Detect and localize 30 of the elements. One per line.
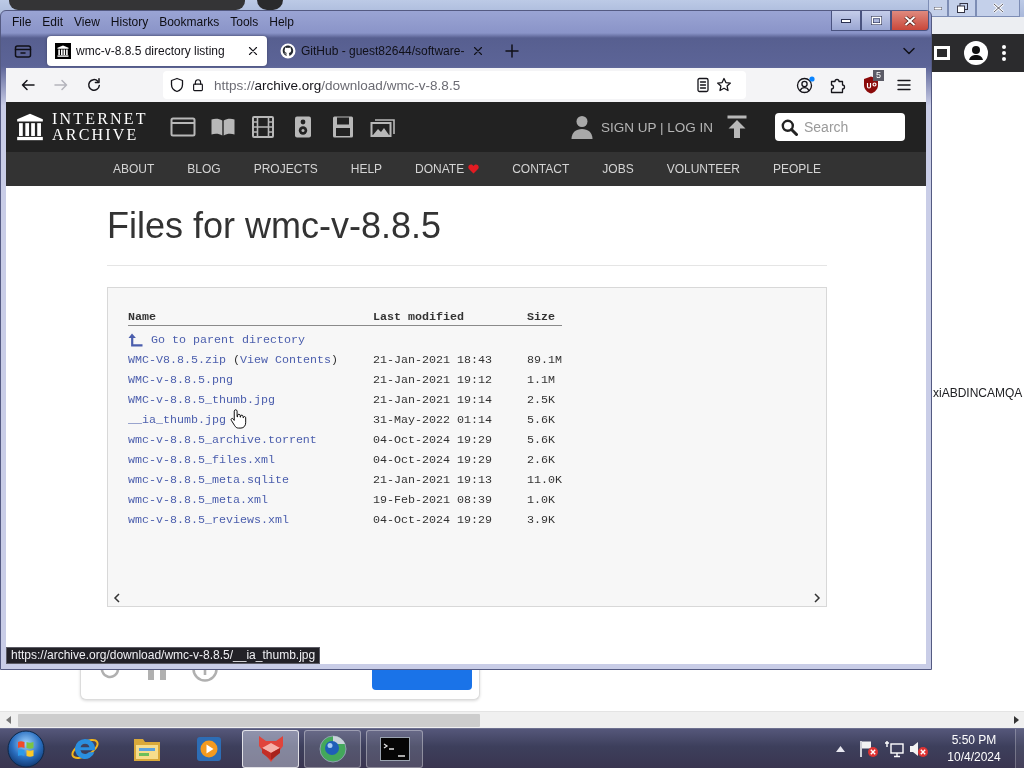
tab-title: wmc-v-8.8.5 directory listing [76,43,226,58]
file-size: 3.9K [527,512,556,529]
column-header: Size [527,309,556,326]
modified-date: 19-Feb-2021 08:39 [373,492,493,509]
modified-date: 31-May-2022 01:14 [373,412,493,429]
modified-date: 04-Oct-2024 19:29 [373,512,493,529]
file-size: 1.0K [527,492,556,509]
url-text: https://archive.org/download/wmc-v-8.8.5 [214,77,461,93]
parenthesis: ) [330,352,338,369]
column-header: Name [128,309,157,326]
link-status-tooltip: https://archive.org/download/wmc-v-8.8.5/__ia_thumb.jpg [6,647,321,664]
page-title: Files for wmc-v-8.8.5 [107,207,442,245]
file-size: 2.5K [527,392,556,409]
column-header: Last modified [373,309,465,326]
modified-date: 21-Jan-2021 19:14 [373,392,493,409]
modified-date: 21-Jan-2021 19:13 [373,472,493,489]
file-size: 1.1M [527,372,556,389]
modified-date: 04-Oct-2024 19:29 [373,452,493,469]
page-text: xiABDINCAMQA [933,386,1023,400]
file-size: 2.6K [527,452,556,469]
file-size: 5.6K [527,432,556,449]
tab-title: GitHub - guest82644/software- [301,43,466,58]
modified-date: 21-Jan-2021 19:12 [373,372,493,389]
modified-date: 21-Jan-2021 18:43 [373,352,493,369]
modified-date: 04-Oct-2024 19:29 [373,432,493,449]
file-size: 5.6K [527,412,556,429]
file-size: 89.1M [527,352,562,369]
extension-count: 5 [873,70,884,81]
parenthesis: ( [232,352,240,369]
file-size: 11.0K [527,472,562,489]
